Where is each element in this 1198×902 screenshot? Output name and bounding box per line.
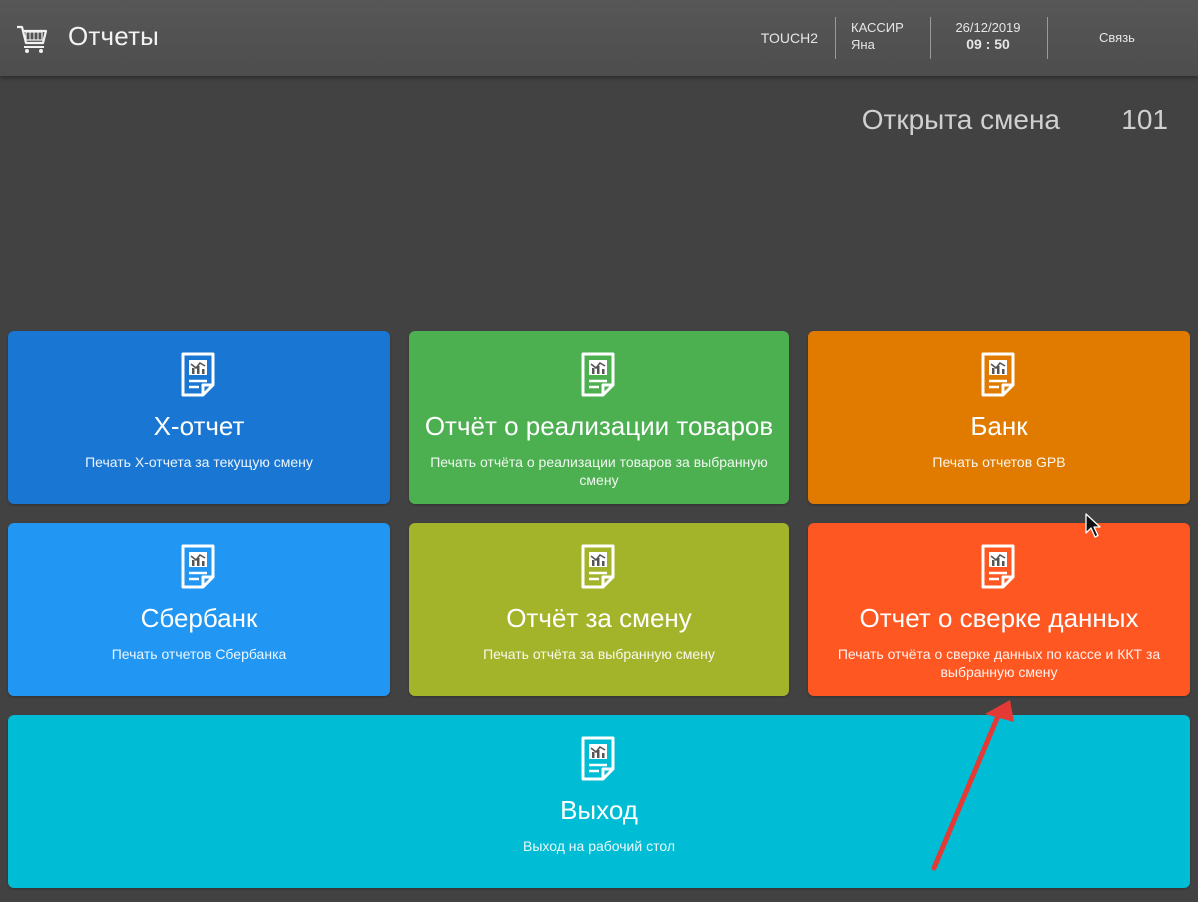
top-bar: Отчеты TOUCH2 КАССИР Яна 26/12/2019 09 :…: [0, 0, 1198, 76]
report-icon: [179, 543, 219, 589]
report-icon: [979, 351, 1019, 397]
exit-tile[interactable]: Выход Выход на рабочий стол: [8, 715, 1190, 888]
datetime: 26/12/2019 09 : 50: [936, 19, 1040, 53]
cashier-role: КАССИР: [851, 20, 904, 35]
date-label: 26/12/2019: [955, 20, 1021, 35]
tile-title: Банк: [970, 411, 1028, 441]
tile-subtitle: Печать отчёта о реализации товаров за вы…: [430, 454, 768, 488]
report-icon: [579, 543, 619, 589]
tile-title: Отчет о сверке данных: [859, 603, 1139, 633]
x-report-tile[interactable]: X-отчет Печать X-отчета за текущую смену: [8, 331, 390, 504]
tile-title: X-отчет: [153, 411, 245, 441]
sberbank-tile[interactable]: Сбербанк Печать отчетов Сбербанка: [8, 523, 390, 696]
tile-title: Отчёт о реализации товаров: [424, 411, 774, 441]
report-icon: [979, 543, 1019, 589]
time-label: 09 : 50: [966, 36, 1010, 52]
shift-number: 101: [1121, 104, 1168, 135]
connection-button[interactable]: Связь: [1082, 30, 1152, 45]
tile-subtitle: Печать X-отчета за текущую смену: [85, 454, 313, 470]
bank-tile[interactable]: Банк Печать отчетов GPB: [808, 331, 1190, 504]
header-divider: [1047, 17, 1048, 59]
tile-subtitle: Печать отчёта о сверке данных по кассе и…: [837, 646, 1161, 680]
tile-subtitle: Печать отчёта за выбранную смену: [483, 646, 715, 662]
shift-status-label: Открыта смена: [861, 104, 1060, 135]
cashier-info: КАССИР Яна: [851, 19, 904, 53]
terminal-name: TOUCH2: [760, 30, 818, 46]
sales-report-tile[interactable]: Отчёт о реализации товаров Печать отчёта…: [409, 331, 789, 504]
tile-title: Выход: [560, 795, 638, 825]
report-icon: [579, 351, 619, 397]
cashier-name: Яна: [851, 37, 875, 52]
tile-subtitle: Выход на рабочий стол: [523, 838, 675, 854]
header-divider: [835, 17, 836, 59]
report-icon: [179, 351, 219, 397]
reconciliation-report-tile[interactable]: Отчет о сверке данных Печать отчёта о св…: [808, 523, 1190, 696]
report-icon: [579, 735, 619, 781]
tile-title: Отчёт за смену: [506, 603, 692, 633]
header-divider: [930, 17, 931, 59]
tile-subtitle: Печать отчетов GPB: [932, 454, 1066, 470]
tile-title: Сбербанк: [140, 603, 258, 633]
cart-icon: [17, 25, 48, 53]
page-title: Отчеты: [68, 21, 160, 51]
shift-report-tile[interactable]: Отчёт за смену Печать отчёта за выбранну…: [409, 523, 789, 696]
tile-subtitle: Печать отчетов Сбербанка: [111, 646, 287, 662]
